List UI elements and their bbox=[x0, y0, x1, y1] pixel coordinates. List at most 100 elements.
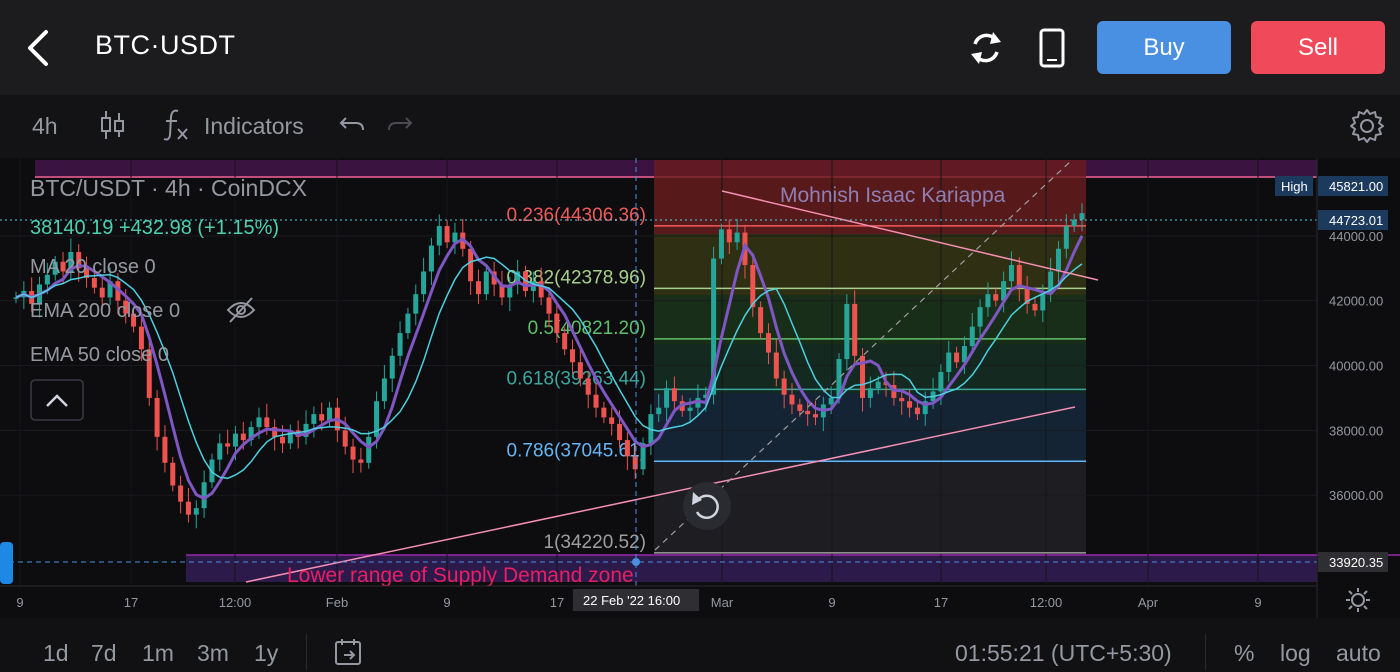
indicator-ma20[interactable]: MA 20 close 0 bbox=[30, 256, 156, 278]
candle-body bbox=[664, 388, 670, 408]
candle-body bbox=[1079, 213, 1085, 220]
candle-body bbox=[1032, 303, 1038, 311]
candle-body bbox=[773, 352, 779, 379]
candle-body bbox=[718, 229, 724, 259]
candle-body bbox=[405, 313, 411, 334]
candle-body bbox=[397, 333, 403, 356]
candle-body bbox=[452, 232, 458, 243]
redo-icon[interactable] bbox=[386, 112, 414, 136]
high-marker: High 45821.00 bbox=[1275, 176, 1388, 196]
candle-body bbox=[969, 326, 975, 347]
indicator-ema200[interactable]: EMA 200 close 0 bbox=[30, 300, 180, 322]
interval-selector[interactable]: 4h bbox=[32, 113, 58, 140]
range-1d[interactable]: 1d bbox=[43, 640, 69, 667]
clock-time[interactable]: 01:55:21 (UTC+5:30) bbox=[955, 640, 1172, 667]
candle-body bbox=[546, 297, 552, 314]
zone-label: Lower range of Supply Demand zone bbox=[287, 564, 634, 587]
candle-body bbox=[1040, 294, 1046, 311]
range-7d[interactable]: 7d bbox=[91, 640, 117, 667]
phone-icon[interactable] bbox=[1036, 26, 1068, 70]
candle-body bbox=[797, 404, 803, 411]
y-tick-label: 40000.00 bbox=[1329, 359, 1383, 374]
candle-body bbox=[1063, 226, 1069, 249]
last-price-marker: 44723.01 bbox=[1318, 210, 1388, 230]
range-1y[interactable]: 1y bbox=[254, 640, 278, 667]
auto-toggle[interactable]: auto bbox=[1336, 640, 1381, 667]
candle-body bbox=[170, 462, 176, 486]
candle-body bbox=[421, 271, 427, 295]
fib-label: 0.618(39263.44) bbox=[507, 368, 646, 389]
y-tick-label: 44000.00 bbox=[1329, 229, 1383, 244]
candle-body bbox=[828, 397, 834, 405]
reset-chart-button[interactable] bbox=[683, 482, 731, 530]
crosshair-time-label: 22 Feb '22 16:00 bbox=[583, 593, 680, 608]
candle-body bbox=[256, 417, 262, 428]
candle-body bbox=[483, 271, 489, 295]
settings-gear-icon[interactable] bbox=[1348, 107, 1386, 145]
candlestick-type-icon[interactable] bbox=[100, 109, 126, 141]
price-chart[interactable]: 0.236(44306.36) 0.382(42378.96) 0.5(40821.… bbox=[0, 158, 1400, 618]
log-toggle[interactable]: log bbox=[1280, 640, 1311, 667]
bottom-bar: 1d 7d 1m 3m 1y 01:55:21 (UTC+5:30) % log… bbox=[0, 618, 1400, 672]
high-label: High bbox=[1281, 179, 1308, 194]
chart-title: BTC/USDT · 4h · CoinDCX bbox=[30, 175, 307, 201]
candle-body bbox=[311, 414, 317, 424]
chart-toolbar: 4h Indicators bbox=[0, 95, 1400, 158]
candle-body bbox=[577, 362, 583, 379]
back-arrow-icon[interactable] bbox=[22, 26, 58, 70]
candle-body bbox=[813, 414, 818, 418]
eye-off-icon[interactable] bbox=[226, 297, 256, 323]
candle-body bbox=[907, 401, 913, 408]
undo-icon[interactable] bbox=[338, 112, 366, 136]
candle-body bbox=[601, 407, 607, 418]
range-3m[interactable]: 3m bbox=[197, 640, 229, 667]
candle-body bbox=[350, 446, 356, 460]
candle-body bbox=[436, 226, 442, 246]
function-icon[interactable] bbox=[162, 107, 190, 143]
buy-button[interactable]: Buy bbox=[1097, 21, 1231, 74]
candle-body bbox=[993, 294, 999, 301]
collapse-legend-button[interactable] bbox=[30, 379, 84, 421]
x-tick-label: 9 bbox=[443, 595, 450, 610]
candle-body bbox=[734, 232, 740, 243]
x-tick-label: 9 bbox=[828, 595, 835, 610]
x-tick-label: 17 bbox=[550, 595, 564, 610]
x-tick-label: 17 bbox=[124, 595, 138, 610]
candle-body bbox=[750, 265, 756, 308]
candle-body bbox=[789, 394, 795, 405]
candle-body bbox=[624, 440, 630, 457]
candle-body bbox=[413, 294, 419, 314]
candle-body bbox=[342, 430, 348, 447]
candle-body bbox=[656, 407, 662, 415]
candle-body bbox=[327, 407, 333, 421]
candle-body bbox=[178, 485, 184, 502]
go-to-date-icon[interactable] bbox=[334, 638, 364, 666]
candle-body bbox=[154, 397, 160, 437]
last-price-value: 44723.01 bbox=[1329, 213, 1383, 228]
indicators-button[interactable]: Indicators bbox=[204, 113, 304, 140]
refresh-icon[interactable] bbox=[966, 26, 1006, 70]
x-tick-label: Apr bbox=[1138, 595, 1159, 610]
side-panel-tab[interactable] bbox=[0, 542, 13, 584]
candle-body bbox=[954, 352, 960, 363]
axis-settings-icon[interactable] bbox=[1346, 588, 1370, 612]
candle-body bbox=[185, 501, 191, 515]
candle-body bbox=[1071, 219, 1077, 227]
fib-label: 0.5(40821.20) bbox=[528, 318, 646, 339]
candle-body bbox=[99, 287, 105, 298]
candle-body bbox=[444, 226, 450, 243]
candle-body bbox=[758, 307, 764, 334]
candle-body bbox=[617, 423, 623, 441]
candle-body bbox=[946, 352, 952, 372]
candle-body bbox=[985, 294, 991, 308]
sell-button[interactable]: Sell bbox=[1251, 21, 1385, 74]
fib-label: 1(34220.52) bbox=[544, 532, 646, 553]
fib-zone-2 bbox=[654, 295, 1086, 344]
candle-body bbox=[389, 355, 395, 379]
indicator-ema50[interactable]: EMA 50 close 0 bbox=[30, 344, 169, 366]
percent-toggle[interactable]: % bbox=[1234, 640, 1254, 667]
x-tick-label: 12:00 bbox=[219, 595, 252, 610]
candle-body bbox=[977, 307, 983, 327]
range-1m[interactable]: 1m bbox=[142, 640, 174, 667]
cursor-price-marker: 33920.35 bbox=[1318, 552, 1388, 572]
